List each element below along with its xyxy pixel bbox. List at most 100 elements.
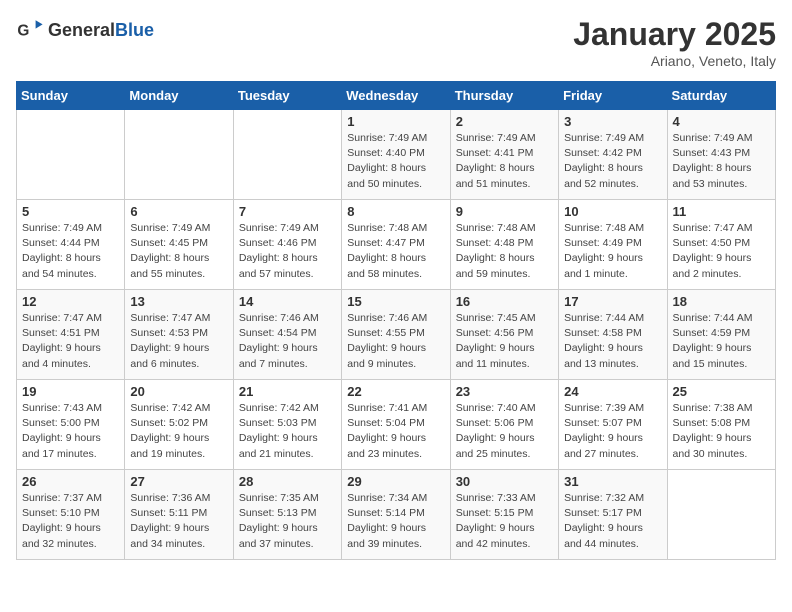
calendar-cell: 9 Sunrise: 7:48 AM Sunset: 4:48 PM Daylig… bbox=[450, 200, 558, 290]
calendar-title: January 2025 bbox=[573, 16, 776, 53]
calendar-cell: 11Sunrise: 7:47 AM Sunset: 4:50 PM Dayli… bbox=[667, 200, 775, 290]
calendar-table: SundayMondayTuesdayWednesdayThursdayFrid… bbox=[16, 81, 776, 560]
day-header-thursday: Thursday bbox=[450, 82, 558, 110]
day-number: 7 bbox=[239, 204, 336, 219]
calendar-cell: 30Sunrise: 7:33 AM Sunset: 5:15 PM Dayli… bbox=[450, 470, 558, 560]
day-info: Sunrise: 7:44 AM Sunset: 4:58 PM Dayligh… bbox=[564, 311, 661, 372]
calendar-week-row: 19 Sunrise: 7:43 AM Sunset: 5:00 PM Dayli… bbox=[17, 380, 776, 470]
day-number: 18 bbox=[673, 294, 770, 309]
day-info: Sunrise: 7:36 AM Sunset: 5:11 PM Dayligh… bbox=[130, 491, 227, 552]
calendar-cell: 13Sunrise: 7:47 AM Sunset: 4:53 PM Dayli… bbox=[125, 290, 233, 380]
calendar-cell: 5 Sunrise: 7:49 AM Sunset: 4:44 PM Daylig… bbox=[17, 200, 125, 290]
day-number: 26 bbox=[22, 474, 119, 489]
calendar-week-row: 5 Sunrise: 7:49 AM Sunset: 4:44 PM Daylig… bbox=[17, 200, 776, 290]
logo-text-blue: Blue bbox=[115, 20, 154, 41]
calendar-cell: 16 Sunrise: 7:45 AM Sunset: 4:56 PM Dayli… bbox=[450, 290, 558, 380]
day-number: 10 bbox=[564, 204, 661, 219]
calendar-cell: 14 Sunrise: 7:46 AM Sunset: 4:54 PM Dayli… bbox=[233, 290, 341, 380]
day-info: Sunrise: 7:44 AM Sunset: 4:59 PM Dayligh… bbox=[673, 311, 770, 372]
day-info: Sunrise: 7:46 AM Sunset: 4:54 PM Dayligh… bbox=[239, 311, 336, 372]
calendar-week-row: 12 Sunrise: 7:47 AM Sunset: 4:51 PM Dayli… bbox=[17, 290, 776, 380]
calendar-cell: 22 Sunrise: 7:41 AM Sunset: 5:04 PM Dayli… bbox=[342, 380, 450, 470]
day-number: 12 bbox=[22, 294, 119, 309]
day-info: Sunrise: 7:47 AM Sunset: 4:50 PM Dayligh… bbox=[673, 221, 770, 282]
day-info: Sunrise: 7:37 AM Sunset: 5:10 PM Dayligh… bbox=[22, 491, 119, 552]
page-header: G GeneralBlue January 2025 Ariano, Venet… bbox=[16, 16, 776, 69]
calendar-week-row: 26 Sunrise: 7:37 AM Sunset: 5:10 PM Dayli… bbox=[17, 470, 776, 560]
day-number: 14 bbox=[239, 294, 336, 309]
day-number: 28 bbox=[239, 474, 336, 489]
day-header-sunday: Sunday bbox=[17, 82, 125, 110]
day-header-tuesday: Tuesday bbox=[233, 82, 341, 110]
day-number: 16 bbox=[456, 294, 553, 309]
day-info: Sunrise: 7:46 AM Sunset: 4:55 PM Dayligh… bbox=[347, 311, 444, 372]
day-number: 6 bbox=[130, 204, 227, 219]
day-info: Sunrise: 7:49 AM Sunset: 4:42 PM Dayligh… bbox=[564, 131, 661, 192]
day-number: 1 bbox=[347, 114, 444, 129]
day-info: Sunrise: 7:35 AM Sunset: 5:13 PM Dayligh… bbox=[239, 491, 336, 552]
calendar-week-row: 1 Sunrise: 7:49 AM Sunset: 4:40 PM Daylig… bbox=[17, 110, 776, 200]
day-number: 20 bbox=[130, 384, 227, 399]
day-info: Sunrise: 7:39 AM Sunset: 5:07 PM Dayligh… bbox=[564, 401, 661, 462]
day-number: 8 bbox=[347, 204, 444, 219]
calendar-cell: 6 Sunrise: 7:49 AM Sunset: 4:45 PM Daylig… bbox=[125, 200, 233, 290]
day-number: 9 bbox=[456, 204, 553, 219]
logo-text-general: General bbox=[48, 20, 115, 41]
day-info: Sunrise: 7:42 AM Sunset: 5:03 PM Dayligh… bbox=[239, 401, 336, 462]
day-info: Sunrise: 7:33 AM Sunset: 5:15 PM Dayligh… bbox=[456, 491, 553, 552]
day-info: Sunrise: 7:43 AM Sunset: 5:00 PM Dayligh… bbox=[22, 401, 119, 462]
calendar-cell: 26 Sunrise: 7:37 AM Sunset: 5:10 PM Dayli… bbox=[17, 470, 125, 560]
day-info: Sunrise: 7:45 AM Sunset: 4:56 PM Dayligh… bbox=[456, 311, 553, 372]
day-info: Sunrise: 7:34 AM Sunset: 5:14 PM Dayligh… bbox=[347, 491, 444, 552]
day-info: Sunrise: 7:41 AM Sunset: 5:04 PM Dayligh… bbox=[347, 401, 444, 462]
day-info: Sunrise: 7:40 AM Sunset: 5:06 PM Dayligh… bbox=[456, 401, 553, 462]
day-number: 13 bbox=[130, 294, 227, 309]
day-number: 29 bbox=[347, 474, 444, 489]
calendar-cell: 19 Sunrise: 7:43 AM Sunset: 5:00 PM Dayli… bbox=[17, 380, 125, 470]
calendar-cell: 21 Sunrise: 7:42 AM Sunset: 5:03 PM Dayli… bbox=[233, 380, 341, 470]
calendar-cell: 23 Sunrise: 7:40 AM Sunset: 5:06 PM Dayli… bbox=[450, 380, 558, 470]
day-info: Sunrise: 7:49 AM Sunset: 4:43 PM Dayligh… bbox=[673, 131, 770, 192]
calendar-cell: 20Sunrise: 7:42 AM Sunset: 5:02 PM Dayli… bbox=[125, 380, 233, 470]
calendar-cell: 7Sunrise: 7:49 AM Sunset: 4:46 PM Daylig… bbox=[233, 200, 341, 290]
calendar-cell bbox=[17, 110, 125, 200]
day-header-friday: Friday bbox=[559, 82, 667, 110]
day-info: Sunrise: 7:49 AM Sunset: 4:41 PM Dayligh… bbox=[456, 131, 553, 192]
day-info: Sunrise: 7:48 AM Sunset: 4:47 PM Dayligh… bbox=[347, 221, 444, 282]
calendar-cell bbox=[667, 470, 775, 560]
calendar-cell: 29 Sunrise: 7:34 AM Sunset: 5:14 PM Dayli… bbox=[342, 470, 450, 560]
title-block: January 2025 Ariano, Veneto, Italy bbox=[573, 16, 776, 69]
day-info: Sunrise: 7:48 AM Sunset: 4:48 PM Dayligh… bbox=[456, 221, 553, 282]
day-info: Sunrise: 7:47 AM Sunset: 4:51 PM Dayligh… bbox=[22, 311, 119, 372]
day-number: 5 bbox=[22, 204, 119, 219]
day-number: 21 bbox=[239, 384, 336, 399]
day-number: 31 bbox=[564, 474, 661, 489]
day-info: Sunrise: 7:49 AM Sunset: 4:40 PM Dayligh… bbox=[347, 131, 444, 192]
day-number: 22 bbox=[347, 384, 444, 399]
calendar-cell: 15 Sunrise: 7:46 AM Sunset: 4:55 PM Dayli… bbox=[342, 290, 450, 380]
day-number: 19 bbox=[22, 384, 119, 399]
day-number: 23 bbox=[456, 384, 553, 399]
logo: G GeneralBlue bbox=[16, 16, 154, 44]
day-number: 2 bbox=[456, 114, 553, 129]
calendar-cell: 31Sunrise: 7:32 AM Sunset: 5:17 PM Dayli… bbox=[559, 470, 667, 560]
calendar-cell bbox=[233, 110, 341, 200]
day-number: 17 bbox=[564, 294, 661, 309]
day-number: 3 bbox=[564, 114, 661, 129]
calendar-cell bbox=[125, 110, 233, 200]
calendar-cell: 4 Sunrise: 7:49 AM Sunset: 4:43 PM Daylig… bbox=[667, 110, 775, 200]
logo-icon: G bbox=[16, 16, 44, 44]
calendar-cell: 3 Sunrise: 7:49 AM Sunset: 4:42 PM Daylig… bbox=[559, 110, 667, 200]
day-number: 4 bbox=[673, 114, 770, 129]
calendar-cell: 18 Sunrise: 7:44 AM Sunset: 4:59 PM Dayli… bbox=[667, 290, 775, 380]
day-number: 15 bbox=[347, 294, 444, 309]
day-number: 25 bbox=[673, 384, 770, 399]
calendar-cell: 24Sunrise: 7:39 AM Sunset: 5:07 PM Dayli… bbox=[559, 380, 667, 470]
day-info: Sunrise: 7:49 AM Sunset: 4:45 PM Dayligh… bbox=[130, 221, 227, 282]
day-info: Sunrise: 7:49 AM Sunset: 4:44 PM Dayligh… bbox=[22, 221, 119, 282]
calendar-cell: 8 Sunrise: 7:48 AM Sunset: 4:47 PM Daylig… bbox=[342, 200, 450, 290]
day-info: Sunrise: 7:48 AM Sunset: 4:49 PM Dayligh… bbox=[564, 221, 661, 282]
calendar-cell: 2 Sunrise: 7:49 AM Sunset: 4:41 PM Daylig… bbox=[450, 110, 558, 200]
calendar-cell: 17 Sunrise: 7:44 AM Sunset: 4:58 PM Dayli… bbox=[559, 290, 667, 380]
day-info: Sunrise: 7:38 AM Sunset: 5:08 PM Dayligh… bbox=[673, 401, 770, 462]
